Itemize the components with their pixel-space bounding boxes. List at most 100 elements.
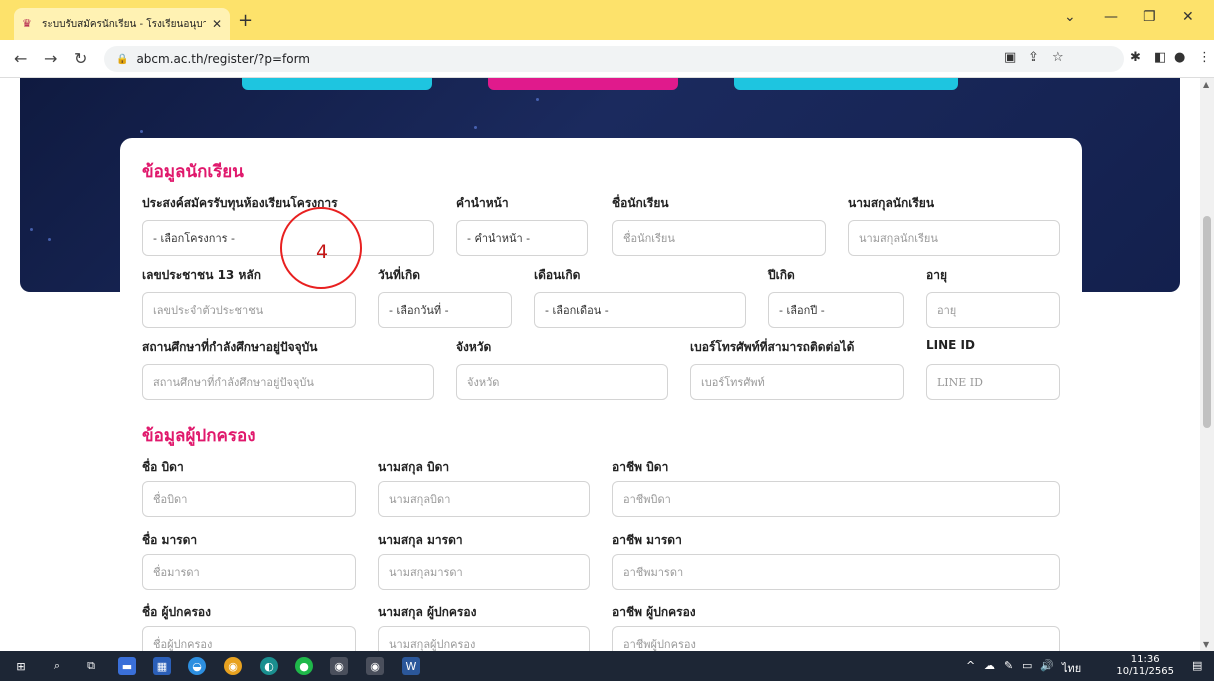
onedrive-icon[interactable]: ☁	[984, 659, 995, 672]
edge-icon[interactable]: ◐	[260, 657, 278, 675]
clock-time: 11:36	[1130, 654, 1160, 665]
url-text: abcm.ac.th/register/?p=form	[136, 52, 310, 66]
notification-icon[interactable]: ▤	[1192, 659, 1202, 672]
school-input[interactable]: สถานศึกษาที่กำลังศึกษาอยู่ปัจจุบัน	[142, 364, 434, 400]
maximize-button[interactable]: ❐	[1143, 9, 1156, 25]
father-job-label: อาชีพ บิดา	[612, 460, 669, 474]
mother-name-input[interactable]: ชื่อมารดา	[142, 554, 356, 590]
menu-kebab-icon[interactable]: ⋮	[1198, 50, 1211, 65]
father-name-input[interactable]: ชื่อบิดา	[142, 481, 356, 517]
line-id-label: LINE ID	[926, 338, 975, 352]
province-input[interactable]: จังหวัด	[456, 364, 668, 400]
pen-icon[interactable]: ✎	[1004, 659, 1013, 672]
guardian-section-title: ข้อมูลผู้ปกครอง	[142, 426, 256, 446]
windows-start-icon[interactable]: ⊞	[12, 657, 30, 675]
network-icon[interactable]: ▭	[1022, 659, 1032, 672]
student-section-title: ข้อมูลนักเรียน	[142, 162, 244, 182]
age-label: อายุ	[926, 268, 947, 282]
scroll-down-icon[interactable]: ▼	[1203, 640, 1209, 649]
mail-icon[interactable]: ◒	[188, 657, 206, 675]
prefix-select[interactable]: - คำนำหน้า -	[456, 220, 588, 256]
father-last-input[interactable]: นามสกุลบิดา	[378, 481, 590, 517]
close-tab-icon[interactable]: ✕	[212, 17, 222, 31]
back-icon[interactable]: ←	[14, 49, 27, 68]
hero-button-cyan-left[interactable]	[242, 78, 432, 90]
hero-dot	[30, 228, 33, 231]
birth-year-select[interactable]: - เลือกปี -	[768, 292, 904, 328]
line-id-input[interactable]: LINE ID	[926, 364, 1060, 400]
birth-month-select[interactable]: - เลือกเดือน -	[534, 292, 746, 328]
guardian-last-input[interactable]: นามสกุลผู้ปกครอง	[378, 626, 590, 651]
hero-dot	[48, 238, 51, 241]
guardian-name-label: ชื่อ ผู้ปกครอง	[142, 605, 211, 619]
lock-icon: 🔒	[116, 53, 129, 65]
store-icon[interactable]: ▦	[153, 657, 171, 675]
tab-search-icon[interactable]: ⌄	[1064, 9, 1076, 25]
id-number-input[interactable]: เลขประจำตัวประชาชน	[142, 292, 356, 328]
scroll-up-icon[interactable]: ▲	[1203, 80, 1209, 89]
age-input[interactable]: อายุ	[926, 292, 1060, 328]
page-scrollbar[interactable]: ▲ ▼	[1200, 78, 1214, 651]
first-name-label: ชื่อนักเรียน	[612, 196, 669, 210]
father-job-input[interactable]: อาชีพบิดา	[612, 481, 1060, 517]
mother-job-label: อาชีพ มารดา	[612, 533, 682, 547]
chrome-profile-icon[interactable]: ◉	[330, 657, 348, 675]
browser-toolbar: ← → ↻ 🔒 abcm.ac.th/register/?p=form ▣ ⇪ …	[0, 40, 1214, 78]
province-label: จังหวัด	[456, 340, 492, 354]
address-bar[interactable]: 🔒 abcm.ac.th/register/?p=form	[104, 46, 1124, 72]
annotation-number: 4	[316, 241, 329, 263]
extensions-icon[interactable]: ✱	[1130, 50, 1141, 65]
phone-input[interactable]: เบอร์โทรศัพท์	[690, 364, 904, 400]
birth-day-label: วันที่เกิด	[378, 268, 421, 282]
browser-tab-strip: ♛ ระบบรับสมัครนักเรียน - โรงเรียนอนุบาล …	[0, 0, 1214, 40]
hero-button-magenta[interactable]	[488, 78, 678, 90]
mother-last-label: นามสกุล มารดา	[378, 533, 463, 547]
tray-chevron-icon[interactable]: ^	[966, 659, 975, 672]
line-app-icon[interactable]: ●	[295, 657, 313, 675]
reload-icon[interactable]: ↻	[74, 49, 87, 68]
chrome-icon[interactable]: ◉	[224, 657, 242, 675]
close-window-button[interactable]: ✕	[1182, 9, 1194, 25]
page-viewport: ข้อมูลนักเรียน ประสงค์สมัครรับทุนห้องเรี…	[0, 78, 1200, 651]
scrollbar-thumb[interactable]	[1203, 216, 1211, 428]
hero-button-cyan-right[interactable]	[734, 78, 958, 90]
tab-title: ระบบรับสมัครนักเรียน - โรงเรียนอนุบาล	[42, 18, 206, 30]
language-indicator[interactable]: ไทย	[1062, 659, 1081, 677]
forward-icon[interactable]: →	[44, 49, 57, 68]
guardian-last-label: นามสกุล ผู้ปกครอง	[378, 605, 477, 619]
profile-avatar-icon[interactable]: ●	[1174, 50, 1185, 65]
hero-dot	[536, 98, 539, 101]
guardian-name-input[interactable]: ชื่อผู้ปกครอง	[142, 626, 356, 651]
mother-name-label: ชื่อ มารดา	[142, 533, 198, 547]
birth-month-label: เดือนเกิด	[534, 268, 581, 282]
translate-icon[interactable]: ▣	[1004, 50, 1016, 65]
side-panel-icon[interactable]: ◧	[1154, 50, 1166, 65]
last-name-input[interactable]: นามสกุลนักเรียน	[848, 220, 1060, 256]
mother-job-input[interactable]: อาชีพมารดา	[612, 554, 1060, 590]
task-view-icon[interactable]: ⧉	[82, 657, 100, 675]
father-name-label: ชื่อ บิดา	[142, 460, 184, 474]
browser-tab[interactable]: ♛ ระบบรับสมัครนักเรียน - โรงเรียนอนุบาล …	[14, 8, 230, 40]
guardian-job-label: อาชีพ ผู้ปกครอง	[612, 605, 696, 619]
hero-dot	[140, 130, 143, 133]
guardian-job-input[interactable]: อาชีพผู้ปกครอง	[612, 626, 1060, 651]
minimize-button[interactable]: —	[1104, 9, 1118, 25]
first-name-input[interactable]: ชื่อนักเรียน	[612, 220, 826, 256]
phone-label: เบอร์โทรศัพท์ที่สามารถติดต่อได้	[690, 340, 855, 354]
new-tab-button[interactable]: +	[238, 10, 253, 31]
last-name-label: นามสกุลนักเรียน	[848, 196, 935, 210]
hero-dot	[474, 126, 477, 129]
share-icon[interactable]: ⇪	[1028, 50, 1039, 65]
search-icon[interactable]: ⌕	[48, 657, 66, 675]
word-icon[interactable]: W	[402, 657, 420, 675]
mother-last-input[interactable]: นามสกุลมารดา	[378, 554, 590, 590]
site-favicon-icon: ♛	[22, 17, 32, 30]
annotation-circle: 4	[280, 207, 362, 289]
windows-taskbar: ⊞ ⌕ ⧉ ▬ ▦ ◒ ◉ ◐ ● ◉ ◉ W ^ ☁ ✎ ▭ 🔊 ไทย 11…	[0, 651, 1214, 681]
bookmark-star-icon[interactable]: ☆	[1052, 50, 1064, 65]
chrome-active-icon[interactable]: ◉	[366, 657, 384, 675]
file-explorer-icon[interactable]: ▬	[118, 657, 136, 675]
volume-icon[interactable]: 🔊	[1040, 659, 1054, 672]
birth-day-select[interactable]: - เลือกวันที่ -	[378, 292, 512, 328]
taskbar-clock[interactable]: 11:36 10/11/2565	[1116, 654, 1174, 678]
